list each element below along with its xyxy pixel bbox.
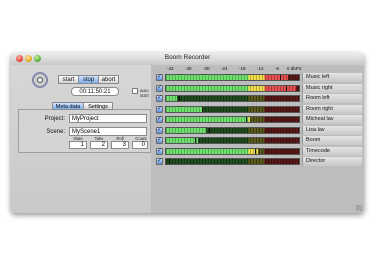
slate-field[interactable]: 1 xyxy=(69,141,87,149)
peak-marker xyxy=(168,159,170,164)
peak-marker xyxy=(201,106,203,112)
channel-name[interactable]: Music left xyxy=(302,73,362,82)
scale-label: -42 xyxy=(167,66,174,71)
meta-data-panel: Project: MyProject Scene: MyScene1 Slate… xyxy=(18,109,151,153)
check-icon: ✓ xyxy=(157,126,163,133)
channel-name[interactable]: Boom xyxy=(302,136,362,145)
level-meter xyxy=(165,105,300,113)
check-icon: ✓ xyxy=(157,74,163,80)
stop-button[interactable]: stop xyxy=(78,75,99,84)
control-panel: start stop abort 00:11:50:21 auto start … xyxy=(11,65,151,213)
peak-marker xyxy=(208,127,210,133)
check-icon: ✓ xyxy=(157,137,163,143)
app-window: Boom Recorder start stop abort 00:11:50:… xyxy=(11,53,364,213)
channel-name[interactable]: Director xyxy=(302,157,362,166)
start-button[interactable]: start xyxy=(58,75,79,84)
scale-label: -6 xyxy=(275,66,280,71)
channel-row: ✓ Boom xyxy=(151,136,364,145)
peak-marker xyxy=(285,85,287,91)
scale-label: 0 dbFS xyxy=(287,66,302,71)
roll-field[interactable]: 3 xyxy=(111,141,129,149)
count-field[interactable]: 0 xyxy=(132,141,148,149)
tab-meta-data[interactable]: Meta data xyxy=(52,102,84,110)
level-fill xyxy=(166,138,198,143)
level-meter xyxy=(165,126,300,134)
channel-name[interactable]: Room left xyxy=(302,94,362,103)
channel-row: ✓ Timecode xyxy=(151,146,364,156)
channel-name[interactable]: Room right xyxy=(302,104,362,114)
scale-label: -18 xyxy=(239,66,246,71)
abort-button[interactable]: abort xyxy=(98,75,119,84)
channel-row: ✓ Lisa lav xyxy=(151,125,364,135)
check-icon: ✓ xyxy=(157,84,163,91)
channel-name[interactable]: Lisa lav xyxy=(302,125,362,135)
level-fill xyxy=(166,117,250,122)
meter-panel: -42 -36 -30 -24 -18 -12 -6 0 dbFS ✓ Music… xyxy=(151,65,364,213)
check-icon: ✓ xyxy=(157,105,163,112)
channel-row: ✓ Room right xyxy=(151,104,364,114)
peak-marker xyxy=(280,75,282,80)
level-fill xyxy=(166,96,177,101)
autostart-checkbox[interactable] xyxy=(132,88,138,94)
level-meter xyxy=(165,147,300,155)
peak-marker xyxy=(195,138,197,143)
level-fill xyxy=(166,75,289,80)
check-icon: ✓ xyxy=(157,147,163,154)
peak-marker xyxy=(179,96,181,101)
disc-icon xyxy=(31,71,49,89)
level-fill xyxy=(166,85,297,91)
level-meter xyxy=(165,74,300,81)
level-fill xyxy=(166,148,258,154)
project-label: Project: xyxy=(44,116,65,122)
check-icon: ✓ xyxy=(157,116,163,122)
channel-name[interactable]: Timecode xyxy=(302,146,362,156)
scale-label: -36 xyxy=(185,66,192,71)
level-meter xyxy=(165,137,300,144)
peak-marker xyxy=(245,117,247,122)
channel-row: ✓ Micheal lav xyxy=(151,115,364,124)
check-icon: ✓ xyxy=(157,95,163,101)
resize-grip-icon[interactable] xyxy=(356,205,362,211)
channel-enable-checkbox[interactable]: ✓ xyxy=(156,126,163,134)
level-meter xyxy=(165,158,300,165)
channel-enable-checkbox[interactable]: ✓ xyxy=(156,74,163,81)
channel-enable-checkbox[interactable]: ✓ xyxy=(156,105,163,113)
level-meter xyxy=(165,116,300,123)
level-meter xyxy=(165,84,300,92)
scale-label: -24 xyxy=(221,66,228,71)
title-bar[interactable]: Boom Recorder xyxy=(11,53,364,65)
take-field[interactable]: 2 xyxy=(90,141,108,149)
scene-field[interactable]: MyScene1 xyxy=(69,127,147,136)
channel-enable-checkbox[interactable]: ✓ xyxy=(156,95,163,102)
channel-row: ✓ Music left xyxy=(151,73,364,82)
peak-marker xyxy=(255,148,257,154)
level-meter xyxy=(165,95,300,102)
level-fill xyxy=(166,127,206,133)
channel-name[interactable]: Micheal lav xyxy=(302,115,362,124)
channel-enable-checkbox[interactable]: ✓ xyxy=(156,116,163,123)
window-title: Boom Recorder xyxy=(164,54,211,61)
timecode-display: 00:11:50:21 xyxy=(71,87,119,96)
check-icon: ✓ xyxy=(157,158,163,164)
level-fill xyxy=(166,106,202,112)
channel-name[interactable]: Music right xyxy=(302,83,362,93)
scene-label: Scene: xyxy=(46,129,65,135)
channel-row: ✓ Room left xyxy=(151,94,364,103)
scale-label: -12 xyxy=(257,66,264,71)
channel-enable-checkbox[interactable]: ✓ xyxy=(156,137,163,144)
scale-label: -30 xyxy=(203,66,210,71)
tab-settings[interactable]: Settings xyxy=(83,102,113,110)
channel-enable-checkbox[interactable]: ✓ xyxy=(156,84,163,92)
project-field[interactable]: MyProject xyxy=(69,114,147,123)
channel-row: ✓ Director xyxy=(151,157,364,166)
channel-enable-checkbox[interactable]: ✓ xyxy=(156,158,163,165)
channel-row: ✓ Music right xyxy=(151,83,364,93)
channel-enable-checkbox[interactable]: ✓ xyxy=(156,147,163,155)
